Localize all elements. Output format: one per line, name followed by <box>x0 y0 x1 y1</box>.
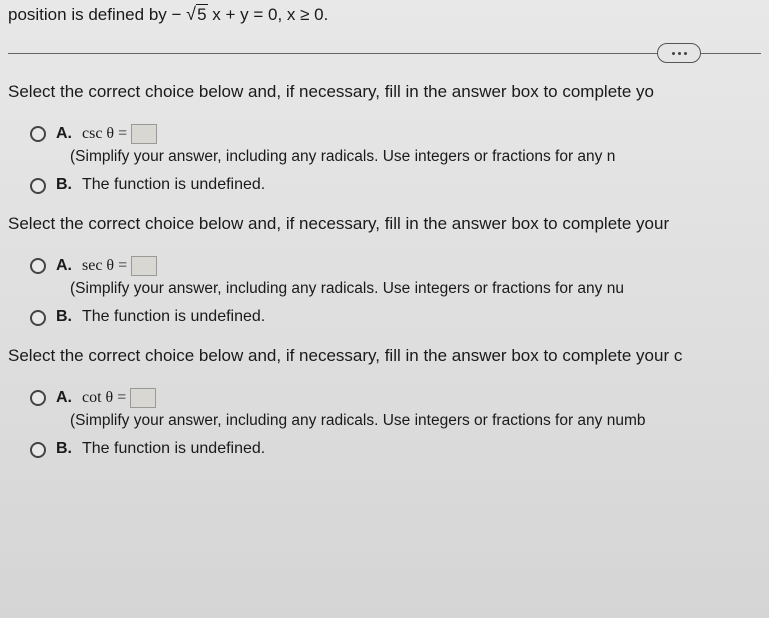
equation-prefix: position is defined by <box>8 5 172 24</box>
problem-statement: position is defined by − √5 x + y = 0, x… <box>8 0 761 35</box>
choice-csc-a[interactable]: A. csc θ = (Simplify your answer, includ… <box>30 124 761 166</box>
equation-rest: x + y = 0, x ≥ 0. <box>208 5 329 24</box>
choice-group-cot: A. cot θ = (Simplify your answer, includ… <box>30 388 761 458</box>
sec-hint: (Simplify your answer, including any rad… <box>70 280 761 298</box>
radio-csc-a[interactable] <box>30 126 46 142</box>
choice-sec-b[interactable]: B. The function is undefined. <box>30 308 761 326</box>
prompt-sec: Select the correct choice below and, if … <box>8 214 761 234</box>
label-a: A. <box>56 257 72 275</box>
sec-answer-input[interactable] <box>131 256 157 276</box>
csc-expression: csc θ = <box>82 125 127 143</box>
label-b: B. <box>56 440 72 458</box>
choice-group-csc: A. csc θ = (Simplify your answer, includ… <box>30 124 761 194</box>
choice-cot-b[interactable]: B. The function is undefined. <box>30 440 761 458</box>
radio-cot-a[interactable] <box>30 390 46 406</box>
sqrt-expression: √5 <box>186 4 207 25</box>
cot-hint: (Simplify your answer, including any rad… <box>70 412 761 430</box>
choice-sec-a[interactable]: A. sec θ = (Simplify your answer, includ… <box>30 256 761 298</box>
cot-expression: cot θ = <box>82 389 126 407</box>
label-b: B. <box>56 176 72 194</box>
radio-sec-a[interactable] <box>30 258 46 274</box>
csc-answer-input[interactable] <box>131 124 157 144</box>
radio-csc-b[interactable] <box>30 178 46 194</box>
csc-hint: (Simplify your answer, including any rad… <box>70 148 761 166</box>
divider-row <box>8 53 761 54</box>
cot-answer-input[interactable] <box>130 388 156 408</box>
choice-group-sec: A. sec θ = (Simplify your answer, includ… <box>30 256 761 326</box>
more-options-button[interactable] <box>657 43 701 63</box>
sec-undefined-text: The function is undefined. <box>82 308 265 326</box>
prompt-csc: Select the correct choice below and, if … <box>8 82 761 102</box>
radio-cot-b[interactable] <box>30 442 46 458</box>
choice-cot-a[interactable]: A. cot θ = (Simplify your answer, includ… <box>30 388 761 430</box>
radio-sec-b[interactable] <box>30 310 46 326</box>
sec-expression: sec θ = <box>82 257 127 275</box>
label-b: B. <box>56 308 72 326</box>
divider <box>8 53 761 54</box>
prompt-cot: Select the correct choice below and, if … <box>8 346 761 366</box>
negative-sign: − <box>172 5 182 24</box>
cot-undefined-text: The function is undefined. <box>82 440 265 458</box>
choice-csc-b[interactable]: B. The function is undefined. <box>30 176 761 194</box>
label-a: A. <box>56 125 72 143</box>
csc-undefined-text: The function is undefined. <box>82 176 265 194</box>
label-a: A. <box>56 389 72 407</box>
